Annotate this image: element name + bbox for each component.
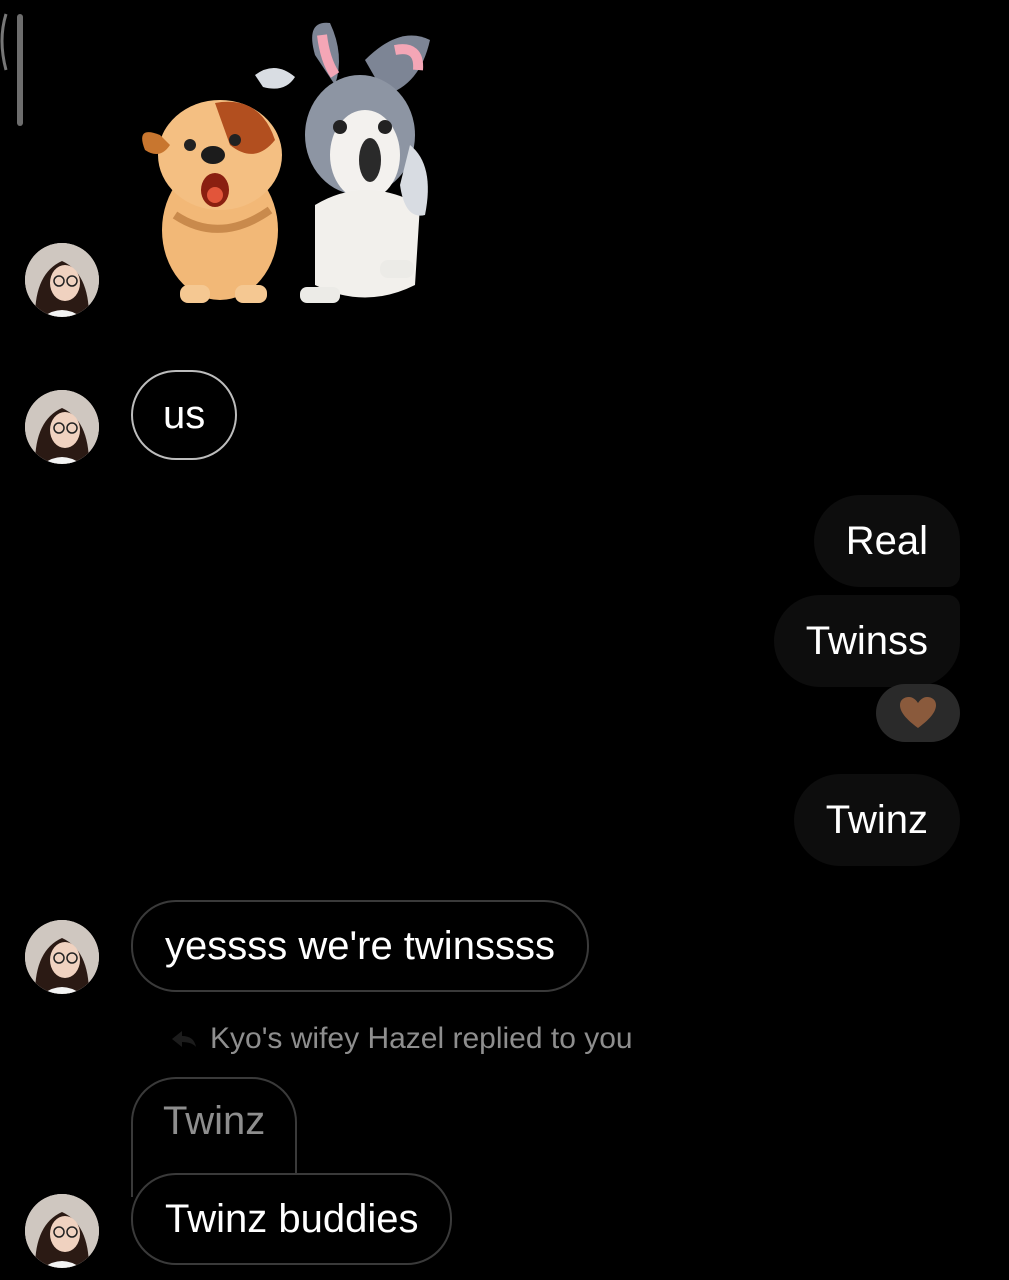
avatar[interactable] bbox=[25, 243, 99, 317]
outgoing-message[interactable]: Twinss bbox=[773, 595, 960, 687]
brown-heart-icon bbox=[900, 697, 936, 728]
reaction-badge[interactable] bbox=[876, 684, 960, 742]
avatar-photo bbox=[25, 243, 99, 317]
message-text: us bbox=[163, 392, 206, 437]
avatar[interactable] bbox=[25, 390, 99, 464]
bulldog-figure bbox=[142, 100, 282, 303]
incoming-message[interactable]: yessss we're twinssss bbox=[131, 900, 589, 992]
reply-label-text: Kyo's wifey Hazel replied to you bbox=[210, 1022, 633, 1055]
incoming-message[interactable]: Twinz buddies bbox=[131, 1173, 453, 1265]
avatar[interactable] bbox=[25, 920, 99, 994]
dogs-sticker[interactable] bbox=[135, 15, 435, 310]
outgoing-message[interactable]: Twinz bbox=[793, 774, 960, 866]
outgoing-message[interactable]: Real bbox=[813, 495, 960, 587]
avatar-photo bbox=[25, 390, 99, 464]
incoming-message[interactable]: us bbox=[131, 370, 238, 460]
reply-context: Kyo's wifey Hazel replied to you bbox=[170, 1022, 633, 1056]
back-swipe-indicator[interactable] bbox=[0, 10, 30, 130]
message-text: Twinss bbox=[805, 618, 928, 663]
avatar[interactable] bbox=[25, 1194, 99, 1268]
message-text: yessss we're twinssss bbox=[165, 923, 555, 968]
message-text: Real bbox=[845, 518, 928, 563]
message-text: Twinz bbox=[825, 797, 928, 842]
avatar-photo bbox=[25, 1194, 99, 1268]
quoted-text: Twinz bbox=[163, 1099, 266, 1143]
reply-arrow-icon bbox=[172, 1031, 196, 1047]
avatar-photo bbox=[25, 920, 99, 994]
chat-screen: us Real Twinss Twinz yessss we're twinss… bbox=[0, 0, 1009, 1280]
message-text: Twinz buddies bbox=[165, 1196, 419, 1241]
